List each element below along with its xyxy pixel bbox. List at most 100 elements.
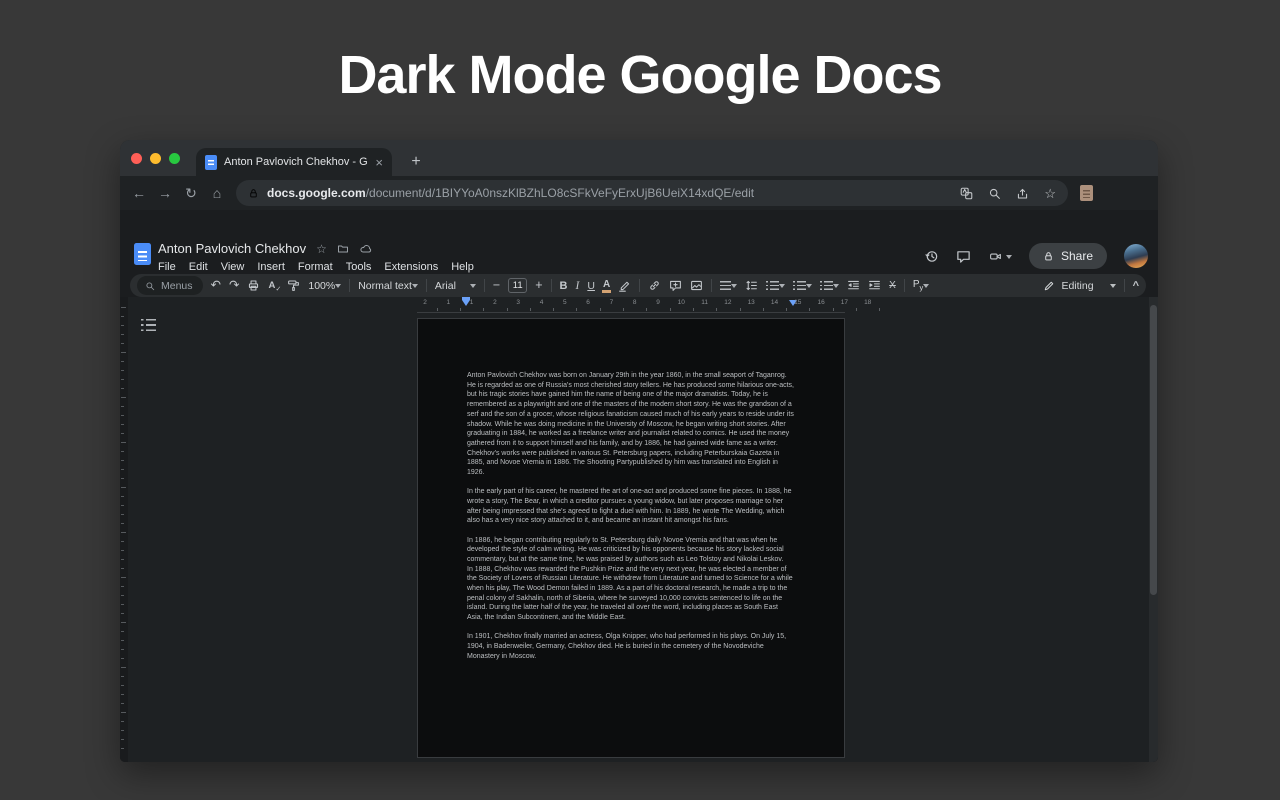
- search-icon: [145, 281, 155, 291]
- move-folder-icon[interactable]: [337, 243, 349, 255]
- redo-icon[interactable]: ↷: [229, 279, 239, 292]
- cloud-status-icon[interactable]: [359, 243, 372, 255]
- paragraph-style-select[interactable]: Normal text: [358, 280, 418, 292]
- close-tab-icon[interactable]: ×: [375, 156, 383, 169]
- ruler-number: 12: [723, 299, 733, 306]
- ruler-tick: [121, 712, 126, 713]
- translate-icon[interactable]: [960, 187, 973, 200]
- input-tools-select[interactable]: Py: [913, 279, 929, 292]
- hide-menus-button[interactable]: ^: [1133, 280, 1139, 292]
- share-label: Share: [1061, 249, 1093, 263]
- ruler-tick: [121, 559, 124, 560]
- ruler-number: 15: [793, 299, 803, 306]
- decrease-indent-icon[interactable]: [847, 279, 860, 292]
- bold-button[interactable]: B: [560, 280, 568, 292]
- document-title[interactable]: Anton Pavlovich Chekhov: [158, 241, 306, 256]
- menu-edit[interactable]: Edit: [189, 261, 208, 273]
- insert-image-icon[interactable]: [690, 279, 703, 292]
- vertical-ruler: [120, 297, 128, 762]
- back-icon[interactable]: ←: [126, 186, 152, 200]
- show-outline-button[interactable]: [141, 319, 156, 332]
- clear-formatting-button[interactable]: X: [889, 280, 896, 291]
- ruler-tick: [623, 308, 624, 311]
- bookmark-star-icon[interactable]: ☆: [1044, 187, 1056, 200]
- close-window-button[interactable]: [131, 153, 142, 164]
- ruler-tick: [716, 308, 717, 311]
- line-spacing-icon[interactable]: [745, 279, 758, 292]
- share-button[interactable]: Share: [1029, 243, 1107, 269]
- print-icon[interactable]: [247, 279, 260, 292]
- share-page-icon[interactable]: [1016, 187, 1029, 200]
- italic-button[interactable]: I: [576, 280, 580, 292]
- ruler-tick: [121, 325, 124, 326]
- browser-tab[interactable]: Anton Pavlovich Chekhov - Go ×: [196, 148, 392, 176]
- checklist-select[interactable]: [766, 280, 785, 291]
- search-icon[interactable]: [988, 187, 1001, 200]
- ruler-tick: [121, 505, 124, 506]
- menus-search-button[interactable]: Menus: [137, 276, 203, 295]
- chevron-down-icon: [833, 284, 839, 291]
- add-comment-icon[interactable]: [669, 279, 682, 292]
- menu-insert[interactable]: Insert: [257, 261, 285, 273]
- ruler-tick: [553, 308, 554, 311]
- extension-icon[interactable]: [1080, 185, 1093, 201]
- bulleted-list-select[interactable]: [793, 280, 812, 291]
- menu-tools[interactable]: Tools: [346, 261, 372, 273]
- meet-button[interactable]: [988, 250, 1012, 263]
- scrollbar-track[interactable]: [1149, 297, 1158, 762]
- ruler-tick: [121, 703, 124, 704]
- forward-icon[interactable]: →: [152, 186, 178, 200]
- increase-indent-icon[interactable]: [868, 279, 881, 292]
- ruler-tick: [121, 460, 124, 461]
- font-select[interactable]: Arial: [435, 280, 476, 292]
- menu-extensions[interactable]: Extensions: [384, 261, 438, 273]
- text-color-button[interactable]: A: [603, 279, 610, 293]
- font-size-input[interactable]: 11: [508, 278, 527, 293]
- minimize-window-button[interactable]: [150, 153, 161, 164]
- undo-icon[interactable]: ↶: [211, 279, 221, 292]
- menu-view[interactable]: View: [221, 261, 245, 273]
- address-bar[interactable]: docs.google.com/document/d/1BIYYoA0nszKl…: [236, 180, 1068, 206]
- new-tab-button[interactable]: +: [404, 150, 428, 174]
- fullscreen-window-button[interactable]: [169, 153, 180, 164]
- ruler-tick: [121, 379, 124, 380]
- document-workspace: 21123456789101112131415161718 Anton Pavl…: [120, 297, 1158, 762]
- ruler-tick: [121, 568, 124, 569]
- url-domain: docs.google.com: [267, 186, 366, 200]
- insert-link-icon[interactable]: [648, 279, 661, 292]
- ruler-tick: [576, 308, 577, 311]
- docs-logo-icon[interactable]: [134, 243, 151, 265]
- ruler-tick: [121, 622, 126, 623]
- ruler-number: 4: [537, 299, 547, 306]
- ruler-number: 13: [746, 299, 756, 306]
- underline-button[interactable]: U: [587, 280, 595, 292]
- decrease-font-size-button[interactable]: −: [493, 279, 500, 292]
- reload-icon[interactable]: ↻: [178, 186, 204, 200]
- align-select[interactable]: [720, 280, 737, 291]
- spellcheck-icon[interactable]: A: [268, 280, 279, 291]
- ruler-tick: [121, 748, 124, 749]
- account-avatar[interactable]: [1124, 244, 1148, 268]
- version-history-icon[interactable]: [924, 249, 939, 264]
- chevron-down-icon: [779, 284, 785, 291]
- menu-file[interactable]: File: [158, 261, 176, 273]
- paint-format-icon[interactable]: [287, 279, 300, 292]
- ruler-tick: [121, 721, 124, 722]
- ruler-number: 2: [490, 299, 500, 306]
- ruler-number: 18: [863, 299, 873, 306]
- menu-format[interactable]: Format: [298, 261, 333, 273]
- editing-mode-select[interactable]: Editing: [1043, 280, 1115, 292]
- zoom-select[interactable]: 100%: [308, 280, 341, 292]
- increase-font-size-button[interactable]: +: [535, 279, 542, 292]
- scrollbar-thumb[interactable]: [1150, 305, 1157, 595]
- home-icon[interactable]: ⌂: [204, 186, 230, 200]
- document-page[interactable]: Anton Pavlovich Chekhov was born on Janu…: [417, 318, 845, 758]
- ruler-number: 11: [700, 299, 710, 306]
- doc-paragraph: Anton Pavlovich Chekhov was born on Janu…: [467, 371, 794, 478]
- star-document-icon[interactable]: ☆: [316, 243, 327, 255]
- menu-help[interactable]: Help: [451, 261, 474, 273]
- comments-icon[interactable]: [956, 249, 971, 264]
- numbered-list-select[interactable]: [820, 280, 839, 291]
- ruler-tick: [121, 397, 126, 398]
- highlight-color-icon[interactable]: [618, 279, 631, 292]
